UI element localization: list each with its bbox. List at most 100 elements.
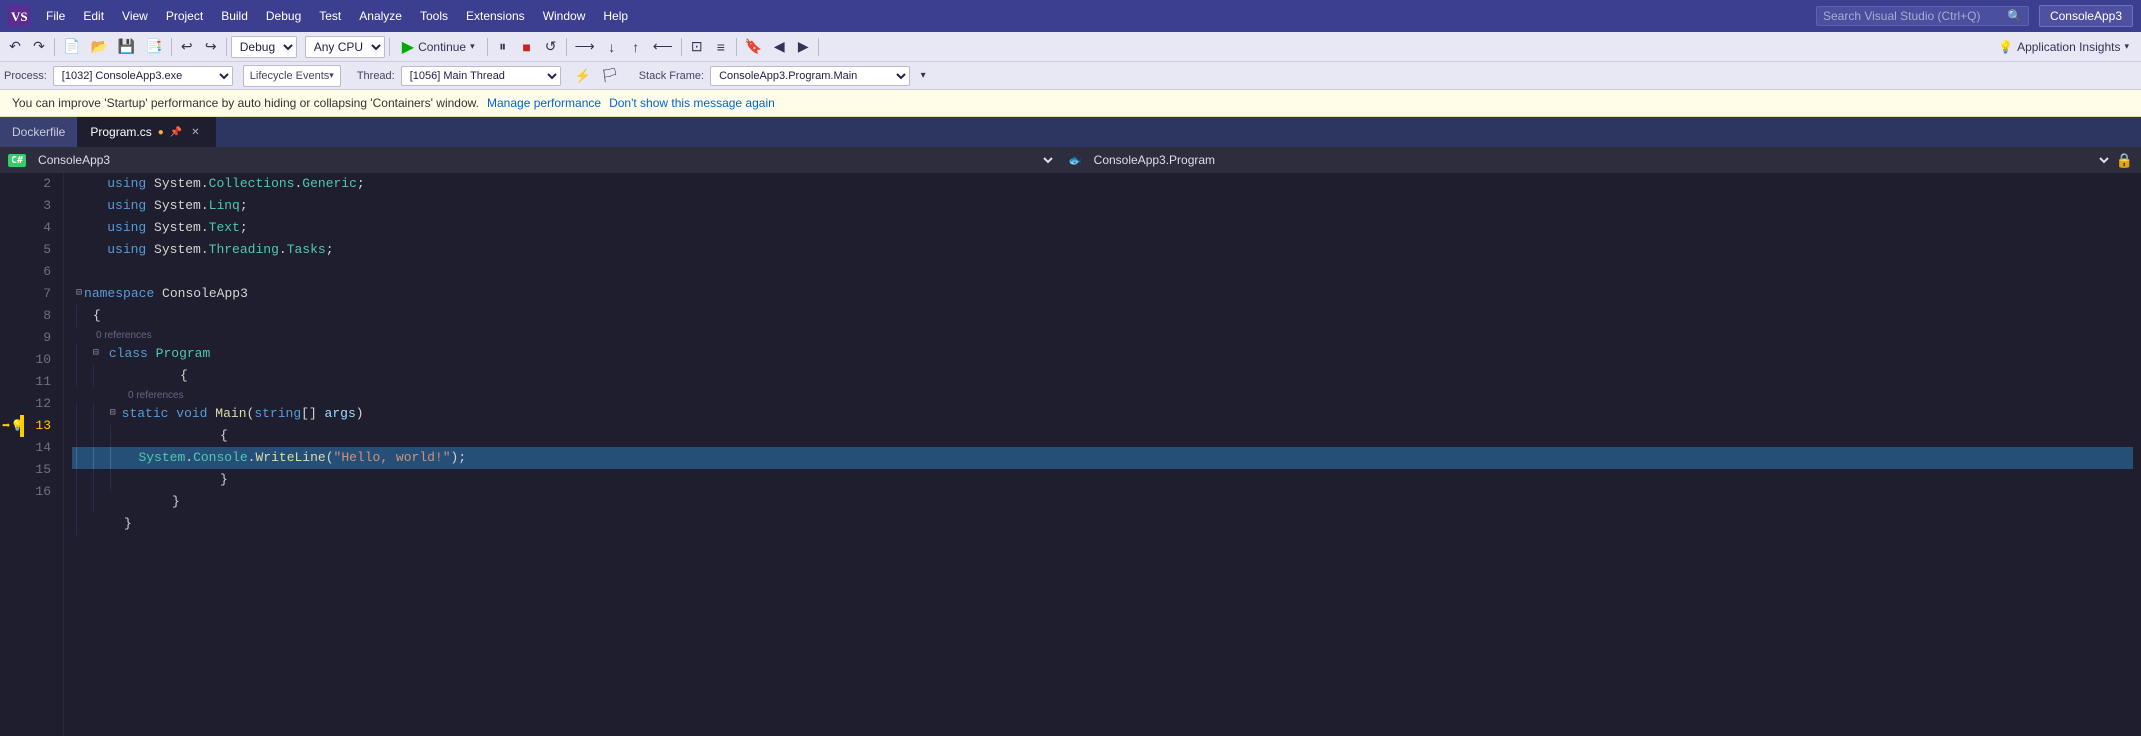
gutter-10 xyxy=(0,349,20,371)
ln-10: 10 xyxy=(32,349,51,371)
thread-label: Thread: xyxy=(357,70,395,82)
breakpoints-btn[interactable]: ⊡ xyxy=(686,36,708,58)
info-bar: You can improve 'Startup' performance by… xyxy=(0,90,2141,117)
menu-edit[interactable]: Edit xyxy=(75,5,112,27)
app-insights-button[interactable]: 💡 Application Insights ▾ xyxy=(1990,38,2137,56)
ln-8: 8 xyxy=(32,305,51,327)
code-editor[interactable]: ➡ 💡 xyxy=(0,173,2141,736)
continue-button[interactable]: ▶ Continue ▾ xyxy=(394,35,483,59)
step-over-btn[interactable]: ⟶ xyxy=(571,36,599,58)
tab-dockerfile[interactable]: Dockerfile xyxy=(0,117,78,147)
menu-test[interactable]: Test xyxy=(311,5,349,27)
ref-text-9: 0 references xyxy=(96,330,152,341)
lifecycle-arrow: ▾ xyxy=(329,70,334,81)
step-back-btn[interactable]: ⟵ xyxy=(649,36,677,58)
save-button[interactable]: 💾 xyxy=(114,36,139,58)
tab-dockerfile-label: Dockerfile xyxy=(12,125,65,139)
ln-5: 5 xyxy=(32,239,51,261)
toolbar-sep-1 xyxy=(54,38,55,56)
code-lines[interactable]: using System.Collections.Generic; using … xyxy=(64,173,2141,736)
code-line-6 xyxy=(72,261,2133,283)
menu-tools[interactable]: Tools xyxy=(412,5,456,27)
cs-class-icon: C# xyxy=(8,154,26,167)
stackframe-label: Stack Frame: xyxy=(639,70,704,82)
play-icon: ▶ xyxy=(402,37,414,57)
step-out-btn[interactable]: ↑ xyxy=(625,36,647,58)
debug-config-dropdown[interactable]: Debug xyxy=(231,36,297,58)
redo-button[interactable]: ↪ xyxy=(200,36,222,58)
menu-project[interactable]: Project xyxy=(158,5,211,27)
thread-flags-btn[interactable]: 🏳 xyxy=(597,65,623,87)
tab-close-btn[interactable]: ✕ xyxy=(188,126,202,139)
prev-bookmark-btn[interactable]: ◀ xyxy=(768,36,790,58)
new-file-button[interactable]: 📄 xyxy=(59,36,84,58)
menu-debug[interactable]: Debug xyxy=(258,5,309,27)
manage-performance-link[interactable]: Manage performance xyxy=(487,96,601,110)
menu-extensions[interactable]: Extensions xyxy=(458,5,533,27)
restart-btn[interactable]: ↺ xyxy=(540,36,562,58)
stackframe-dropdown[interactable]: ConsoleApp3.Program.Main xyxy=(710,66,910,86)
lifecycle-label: Lifecycle Events xyxy=(250,70,329,82)
ln-3: 3 xyxy=(32,195,51,217)
code-line-2: using System.Collections.Generic; xyxy=(72,173,2133,195)
lock-icon: 🔒 xyxy=(2116,152,2133,169)
toolbar-sep-5 xyxy=(487,38,488,56)
open-button[interactable]: 📂 xyxy=(86,36,111,58)
menu-build[interactable]: Build xyxy=(213,5,256,27)
gutter-11 xyxy=(0,371,20,393)
gutter-15 xyxy=(0,459,20,481)
ref-text-11: 0 references xyxy=(128,390,184,401)
filter-btn[interactable]: ⚡ xyxy=(571,65,595,87)
ln-9: 9 xyxy=(32,327,51,349)
process-label: Process: xyxy=(4,70,47,82)
undo-button[interactable]: ↩ xyxy=(176,36,198,58)
code-line-12: { xyxy=(72,425,2133,447)
dismiss-link[interactable]: Don't show this message again xyxy=(609,96,775,110)
menu-analyze[interactable]: Analyze xyxy=(351,5,410,27)
ln-11: 11 xyxy=(32,371,51,393)
step-into-btn[interactable]: ↓ xyxy=(601,36,623,58)
back-button[interactable]: ↶ xyxy=(4,36,26,58)
app-insights-arrow: ▾ xyxy=(2124,41,2129,52)
code-line-9: ⊟class Program xyxy=(72,343,2133,365)
member-dropdown[interactable]: ConsoleApp3.Program xyxy=(1086,149,2112,171)
process-dropdown[interactable]: [1032] ConsoleApp3.exe xyxy=(53,66,233,86)
app-insights-label: Application Insights xyxy=(2017,40,2120,54)
ln-12: 12 xyxy=(32,393,51,415)
code-line-14: } xyxy=(72,469,2133,491)
toolbar-sep-2 xyxy=(171,38,172,56)
ref-label-11: 0 references xyxy=(72,387,2133,403)
show-threads-btn[interactable]: ≡ xyxy=(710,36,732,58)
toolbar-sep-3 xyxy=(226,38,227,56)
next-bookmark-btn[interactable]: ▶ xyxy=(792,36,814,58)
platform-dropdown[interactable]: Any CPU xyxy=(305,36,385,58)
search-input[interactable] xyxy=(1823,9,2003,23)
thread-dropdown[interactable]: [1056] Main Thread xyxy=(401,66,561,86)
menu-help[interactable]: Help xyxy=(595,5,636,27)
namespace-dropdown[interactable]: ConsoleApp3 xyxy=(30,149,1056,171)
menu-window[interactable]: Window xyxy=(535,5,594,27)
gutter-8 xyxy=(0,305,20,327)
stackframe-expand-btn[interactable]: ▾ xyxy=(912,65,934,87)
gutter-5 xyxy=(0,239,20,261)
stop-btn[interactable]: ■ xyxy=(516,36,538,58)
app-window: VS File Edit View Project Build Debug Te… xyxy=(0,0,2141,736)
gutter-9 xyxy=(0,327,20,349)
ln-16: 16 xyxy=(32,481,51,503)
code-line-11: ⊟ static void Main(string[] args) xyxy=(72,403,2133,425)
account-button[interactable]: ConsoleApp3 xyxy=(2039,5,2133,27)
forward-button[interactable]: ↷ xyxy=(28,36,50,58)
gutter-3 xyxy=(0,195,20,217)
pause-btn[interactable]: ⏸ xyxy=(492,36,514,58)
save-all-button[interactable]: 📑 xyxy=(141,36,166,58)
tab-program-cs[interactable]: Program.cs ● 📌 ✕ xyxy=(78,117,215,147)
bookmark-btn[interactable]: 🔖 xyxy=(741,36,766,58)
toolbar-sep-6 xyxy=(566,38,567,56)
menu-view[interactable]: View xyxy=(114,5,156,27)
menu-file[interactable]: File xyxy=(38,5,73,27)
lifecycle-events-btn[interactable]: Lifecycle Events ▾ xyxy=(243,65,341,87)
code-line-3: using System.Linq; xyxy=(72,195,2133,217)
search-icon: 🔍 xyxy=(2007,9,2022,23)
tab-modified-indicator: ● xyxy=(158,127,164,138)
code-line-4: using System.Text; xyxy=(72,217,2133,239)
